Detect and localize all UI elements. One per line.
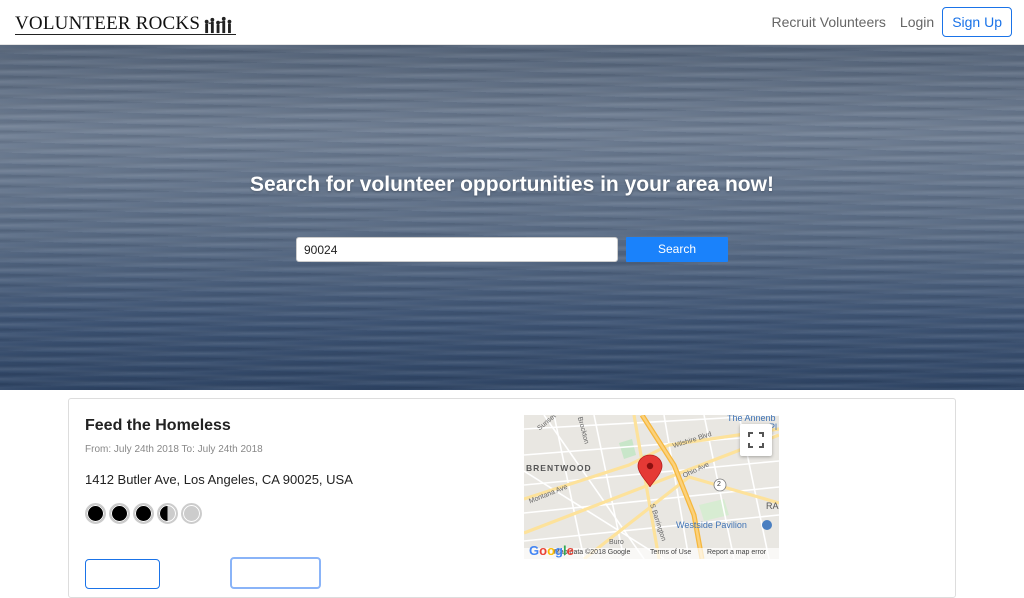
- map-report-link[interactable]: Report a map error: [707, 549, 766, 556]
- opportunity-card: Feed the Homeless From: July 24th 2018 T…: [68, 398, 956, 598]
- nav-login[interactable]: Login: [900, 14, 934, 30]
- card-action-button-1[interactable]: [85, 559, 160, 589]
- volunteers-silhouette-icon: [202, 16, 237, 35]
- map-terms-link[interactable]: Terms of Use: [650, 549, 691, 556]
- opportunity-address: 1412 Butler Ave, Los Angeles, CA 90025, …: [85, 472, 353, 487]
- rating-circle: [133, 503, 154, 524]
- search-button[interactable]: Search: [626, 237, 728, 262]
- map-label-buro: Buro: [609, 539, 624, 546]
- brand-name: VOLUNTEER ROCKS: [15, 13, 203, 35]
- hero-title: Search for volunteer opportunities in yo…: [250, 173, 774, 196]
- fullscreen-icon: [748, 432, 764, 448]
- ocean-background-image: [0, 45, 1024, 390]
- nav-links: Recruit Volunteers Login Sign Up: [758, 7, 1012, 37]
- rating-circle: [109, 503, 130, 524]
- rating-circle: [157, 503, 178, 524]
- hero-banner: Search for volunteer opportunities in yo…: [0, 45, 1024, 390]
- rating-circles: [85, 503, 205, 524]
- rating-circle: [181, 503, 202, 524]
- map-place-brentwood: BRENTWOOD: [526, 463, 592, 473]
- opportunity-title[interactable]: Feed the Homeless: [85, 417, 231, 435]
- location-map[interactable]: Wilshire Blvd Ohio Ave Montana Ave S Bar…: [524, 415, 779, 559]
- navbar: VOLUNTEER ROCKS Recruit Volunteers Login…: [0, 0, 1024, 45]
- map-label-ra: RA: [766, 501, 779, 511]
- signup-button[interactable]: Sign Up: [942, 7, 1012, 37]
- map-place-pavilion: Westside Pavilion: [676, 520, 747, 530]
- zip-search-input[interactable]: [296, 237, 618, 262]
- opportunity-dates: From: July 24th 2018 To: July 24th 2018: [85, 444, 263, 455]
- map-fullscreen-button[interactable]: [740, 424, 772, 456]
- nav-recruit-volunteers[interactable]: Recruit Volunteers: [772, 14, 886, 30]
- map-highway-shield: 2: [717, 481, 721, 488]
- rating-circle: [85, 503, 106, 524]
- google-logo[interactable]: Google: [529, 543, 574, 558]
- brand-logo[interactable]: VOLUNTEER ROCKS: [15, 11, 237, 35]
